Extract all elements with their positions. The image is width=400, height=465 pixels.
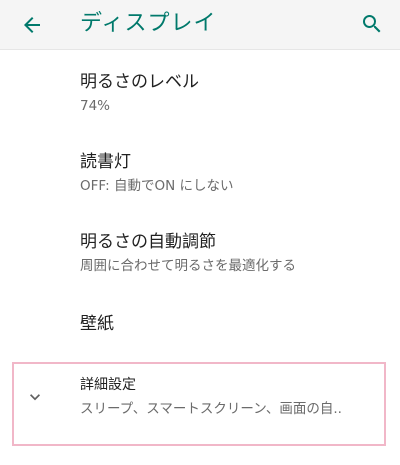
chevron-down-icon (24, 386, 46, 408)
setting-brightness-level[interactable]: 明るさのレベル 74% (0, 55, 400, 135)
setting-wallpaper[interactable]: 壁紙 (0, 295, 400, 357)
setting-reading-light[interactable]: 読書灯 OFF: 自動でON にしない (0, 135, 400, 215)
setting-summary: 周囲に合わせて明るさを最適化する (80, 258, 296, 274)
advanced-summary: スリープ、スマートスクリーン、画面の自.. (80, 401, 342, 417)
advanced-settings[interactable]: 詳細設定 スリープ、スマートスクリーン、画面の自.. (12, 362, 386, 446)
advanced-label: 詳細設定 (80, 377, 136, 393)
setting-summary: OFF: 自動でON にしない (80, 178, 234, 194)
setting-label: 壁紙 (80, 314, 114, 334)
app-bar: ディスプレイ (0, 0, 400, 50)
page-title: ディスプレイ (80, 11, 217, 36)
arrow-back-icon[interactable] (18, 11, 46, 39)
setting-summary: 74% (80, 98, 111, 114)
setting-label: 読書灯 (80, 152, 131, 172)
setting-label: 明るさのレベル (80, 72, 199, 92)
setting-adaptive-brightness[interactable]: 明るさの自動調節 周囲に合わせて明るさを最適化する (0, 215, 400, 295)
search-icon[interactable] (358, 10, 386, 38)
setting-label: 明るさの自動調節 (80, 232, 216, 252)
